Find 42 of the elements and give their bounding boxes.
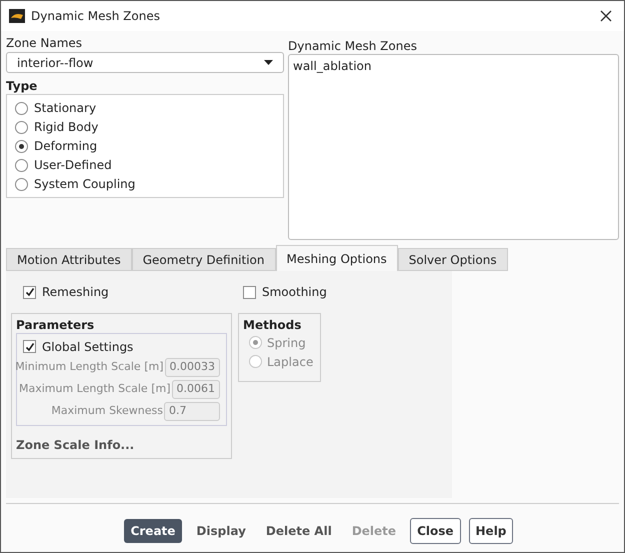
radio-button[interactable] xyxy=(15,102,28,114)
radio-label: Spring xyxy=(267,334,306,352)
checkbox[interactable] xyxy=(243,286,256,298)
radio-button[interactable] xyxy=(15,120,28,134)
section-label: Type xyxy=(6,78,38,94)
field-label: Minimum Length Scale [m] xyxy=(15,359,164,376)
dialog-button[interactable]: Help xyxy=(468,518,514,544)
checkbox[interactable] xyxy=(23,340,36,353)
dialog-button[interactable]: Close xyxy=(410,518,461,544)
radio-label: Rigid Body xyxy=(34,119,98,136)
checkbox-label: Remeshing xyxy=(42,284,109,301)
group-title: Methods xyxy=(243,317,302,333)
dialog-button[interactable]: Create xyxy=(124,519,182,543)
checkbox-label: Global Settings xyxy=(42,338,134,356)
tab[interactable]: Solver Options xyxy=(398,248,508,271)
tab[interactable]: Geometry Definition xyxy=(132,248,276,271)
radio-button[interactable] xyxy=(15,140,28,152)
close-icon[interactable] xyxy=(600,10,612,22)
dialog-button[interactable]: Delete All xyxy=(260,519,338,543)
zone-names-dropdown[interactable]: interior--flow xyxy=(6,52,284,73)
dropdown-caret-icon xyxy=(264,60,273,65)
checkbox-label: Smoothing xyxy=(262,284,327,301)
radio-label: Deforming xyxy=(34,138,98,155)
radio-button[interactable] xyxy=(15,178,28,190)
field-label: Maximum Skewness xyxy=(51,403,163,420)
field-label: Zone Names xyxy=(6,35,84,51)
zone-scale-info-link[interactable]: Zone Scale Info... xyxy=(16,436,227,454)
window-title: Dynamic Mesh Zones xyxy=(31,8,160,25)
radio-label: System Coupling xyxy=(34,176,136,193)
radio-button[interactable] xyxy=(15,158,28,172)
radio-label: Laplace xyxy=(267,354,314,370)
radio-label: Stationary xyxy=(34,100,96,117)
radio-label: User-Defined xyxy=(34,157,112,174)
field-label: Dynamic Mesh Zones xyxy=(288,38,418,54)
checkbox[interactable] xyxy=(23,286,36,298)
tab[interactable]: Meshing Options xyxy=(276,245,398,271)
app-logo-icon xyxy=(9,9,25,23)
tab[interactable]: Motion Attributes xyxy=(6,248,132,271)
group-title: Parameters xyxy=(16,317,96,333)
list-item[interactable]: wall_ablation xyxy=(292,57,615,75)
dialog-button[interactable]: Display xyxy=(190,519,252,543)
field-label: Maximum Length Scale [m] xyxy=(18,381,170,398)
